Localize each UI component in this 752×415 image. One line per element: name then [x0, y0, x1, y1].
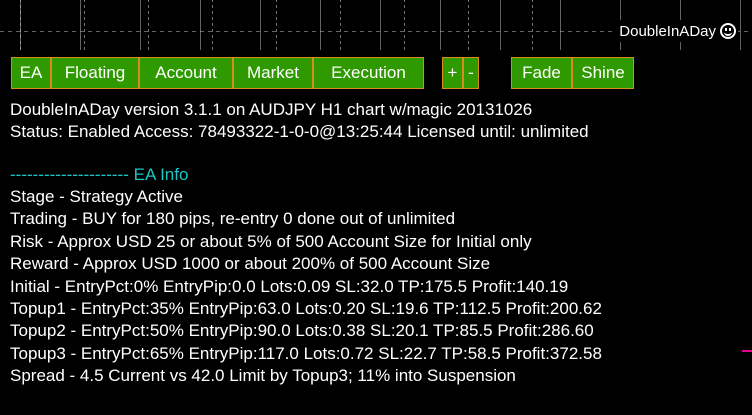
grid-line	[340, 0, 341, 50]
brand-name: DoubleInADay	[619, 22, 716, 40]
grid-line	[84, 0, 85, 50]
shine-button[interactable]: Shine	[572, 57, 634, 89]
grid-line	[532, 0, 533, 50]
info-line-reward: Reward - Approx USD 1000 or about 200% o…	[10, 254, 491, 273]
info-line-stage: Stage - Strategy Active	[10, 187, 183, 206]
brand-label: DoubleInADay	[615, 20, 738, 42]
tab-floating[interactable]: Floating	[51, 57, 139, 89]
version-line: DoubleInADay version 3.1.1 on AUDJPY H1 …	[10, 100, 533, 119]
plus-button[interactable]: +	[442, 57, 463, 89]
smiley-icon	[720, 23, 736, 39]
info-line-spread: Spread - 4.5 Current vs 42.0 Limit by To…	[10, 366, 516, 385]
fade-button[interactable]: Fade	[511, 57, 572, 89]
tab-account[interactable]: Account	[139, 57, 233, 89]
info-line-topup1: Topup1 - EntryPct:35% EntryPip:63.0 Lots…	[10, 299, 602, 318]
chart-line-marker	[742, 350, 752, 352]
info-line-topup3: Topup3 - EntryPct:65% EntryPip:117.0 Lot…	[10, 344, 602, 363]
grid-line	[212, 0, 213, 50]
info-line-risk: Risk - Approx USD 25 or about 5% of 500 …	[10, 232, 532, 251]
status-line: Status: Enabled Access: 78493322-1-0-0@1…	[10, 122, 589, 141]
grid-line	[20, 0, 21, 50]
grid-line	[404, 0, 405, 50]
info-line-topup2: Topup2 - EntryPct:50% EntryPip:90.0 Lots…	[10, 321, 594, 340]
minus-button[interactable]: -	[463, 57, 479, 89]
section-title-ea-info: --------------------- EA Info	[10, 165, 189, 184]
info-line-initial: Initial - EntryPct:0% EntryPip:0.0 Lots:…	[10, 277, 569, 296]
tab-execution[interactable]: Execution	[313, 57, 424, 89]
tab-market[interactable]: Market	[233, 57, 313, 89]
grid-line	[276, 0, 277, 50]
tab-ea[interactable]: EA	[11, 57, 51, 89]
grid-line	[468, 0, 469, 50]
info-line-trading: Trading - BUY for 180 pips, re-entry 0 d…	[10, 209, 456, 228]
grid-line	[148, 0, 149, 50]
